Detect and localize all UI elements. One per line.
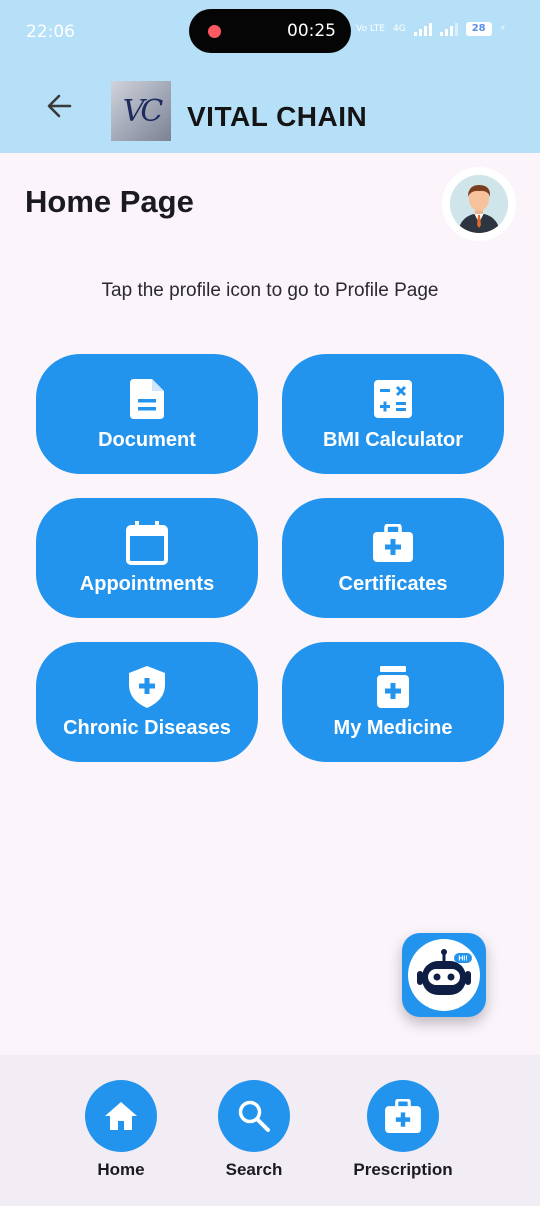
calculator-icon <box>371 377 415 421</box>
record-dot-icon <box>208 25 221 38</box>
tile-label: Document <box>98 428 196 451</box>
chatbot-icon: HI! <box>408 939 480 1011</box>
system-icons: Vo LTE 4G 28 ⚡ <box>356 22 506 36</box>
nav-label: Search <box>225 1160 283 1179</box>
app-logo: VC <box>111 81 171 141</box>
calendar-icon <box>125 520 169 565</box>
home-icon <box>85 1080 157 1152</box>
logo-text: VC <box>122 93 164 129</box>
tile-label: Chronic Diseases <box>63 716 231 739</box>
shield-plus-icon <box>125 665 169 709</box>
signal-icon-2 <box>439 22 458 36</box>
tile-certificates[interactable]: Certificates <box>282 498 504 618</box>
back-button[interactable] <box>40 88 80 124</box>
nav-label: Prescription <box>353 1160 453 1179</box>
arrow-left-icon <box>47 94 72 118</box>
battery-icon: 28 <box>465 22 492 36</box>
search-icon <box>218 1080 290 1152</box>
tile-my-medicine[interactable]: My Medicine <box>282 642 504 762</box>
nav-home[interactable]: Home <box>85 1080 157 1180</box>
status-time: 22:06 <box>26 22 75 42</box>
medical-kit-icon <box>371 521 415 565</box>
nav-label: Home <box>97 1160 145 1179</box>
chatbot-button[interactable]: HI! <box>402 933 486 1017</box>
tile-appointments[interactable]: Appointments <box>36 498 258 618</box>
medicine-bottle-icon <box>371 665 415 709</box>
avatar <box>450 175 508 233</box>
nav-search[interactable]: Search <box>218 1080 290 1180</box>
app-bar: 22:06 00:25 Vo LTE 4G 28 ⚡ VC VITAL CHAI… <box>0 0 540 153</box>
chatbot-bubble-text: HI! <box>458 956 467 963</box>
tile-label: Appointments <box>79 572 215 595</box>
document-icon <box>125 377 169 421</box>
page-title: Home Page <box>25 184 194 219</box>
network-type: 4G <box>392 24 406 34</box>
nav-prescription[interactable]: Prescription <box>351 1080 455 1180</box>
tile-bmi-calculator[interactable]: BMI Calculator <box>282 354 504 474</box>
medical-kit-icon <box>367 1080 439 1152</box>
screen-record-pill[interactable]: 00:25 <box>189 9 351 53</box>
status-bar: 22:06 00:25 Vo LTE 4G 28 ⚡ <box>0 0 540 62</box>
signal-icon <box>413 22 432 36</box>
profile-avatar-button[interactable] <box>442 167 516 241</box>
app-title: VITAL CHAIN <box>187 101 368 132</box>
tile-document[interactable]: Document <box>36 354 258 474</box>
tile-label: Certificates <box>338 572 448 595</box>
record-timer: 00:25 <box>287 21 336 41</box>
network-label: Vo LTE <box>356 24 385 34</box>
tile-chronic-diseases[interactable]: Chronic Diseases <box>36 642 258 762</box>
person-avatar-icon <box>450 175 508 233</box>
tile-label: BMI Calculator <box>322 428 464 451</box>
profile-hint-text: Tap the profile icon to go to Profile Pa… <box>101 280 439 301</box>
charging-icon: ⚡ <box>499 24 506 34</box>
bottom-navigation: Home Search Prescription <box>0 1055 540 1206</box>
tile-label: My Medicine <box>333 716 453 739</box>
